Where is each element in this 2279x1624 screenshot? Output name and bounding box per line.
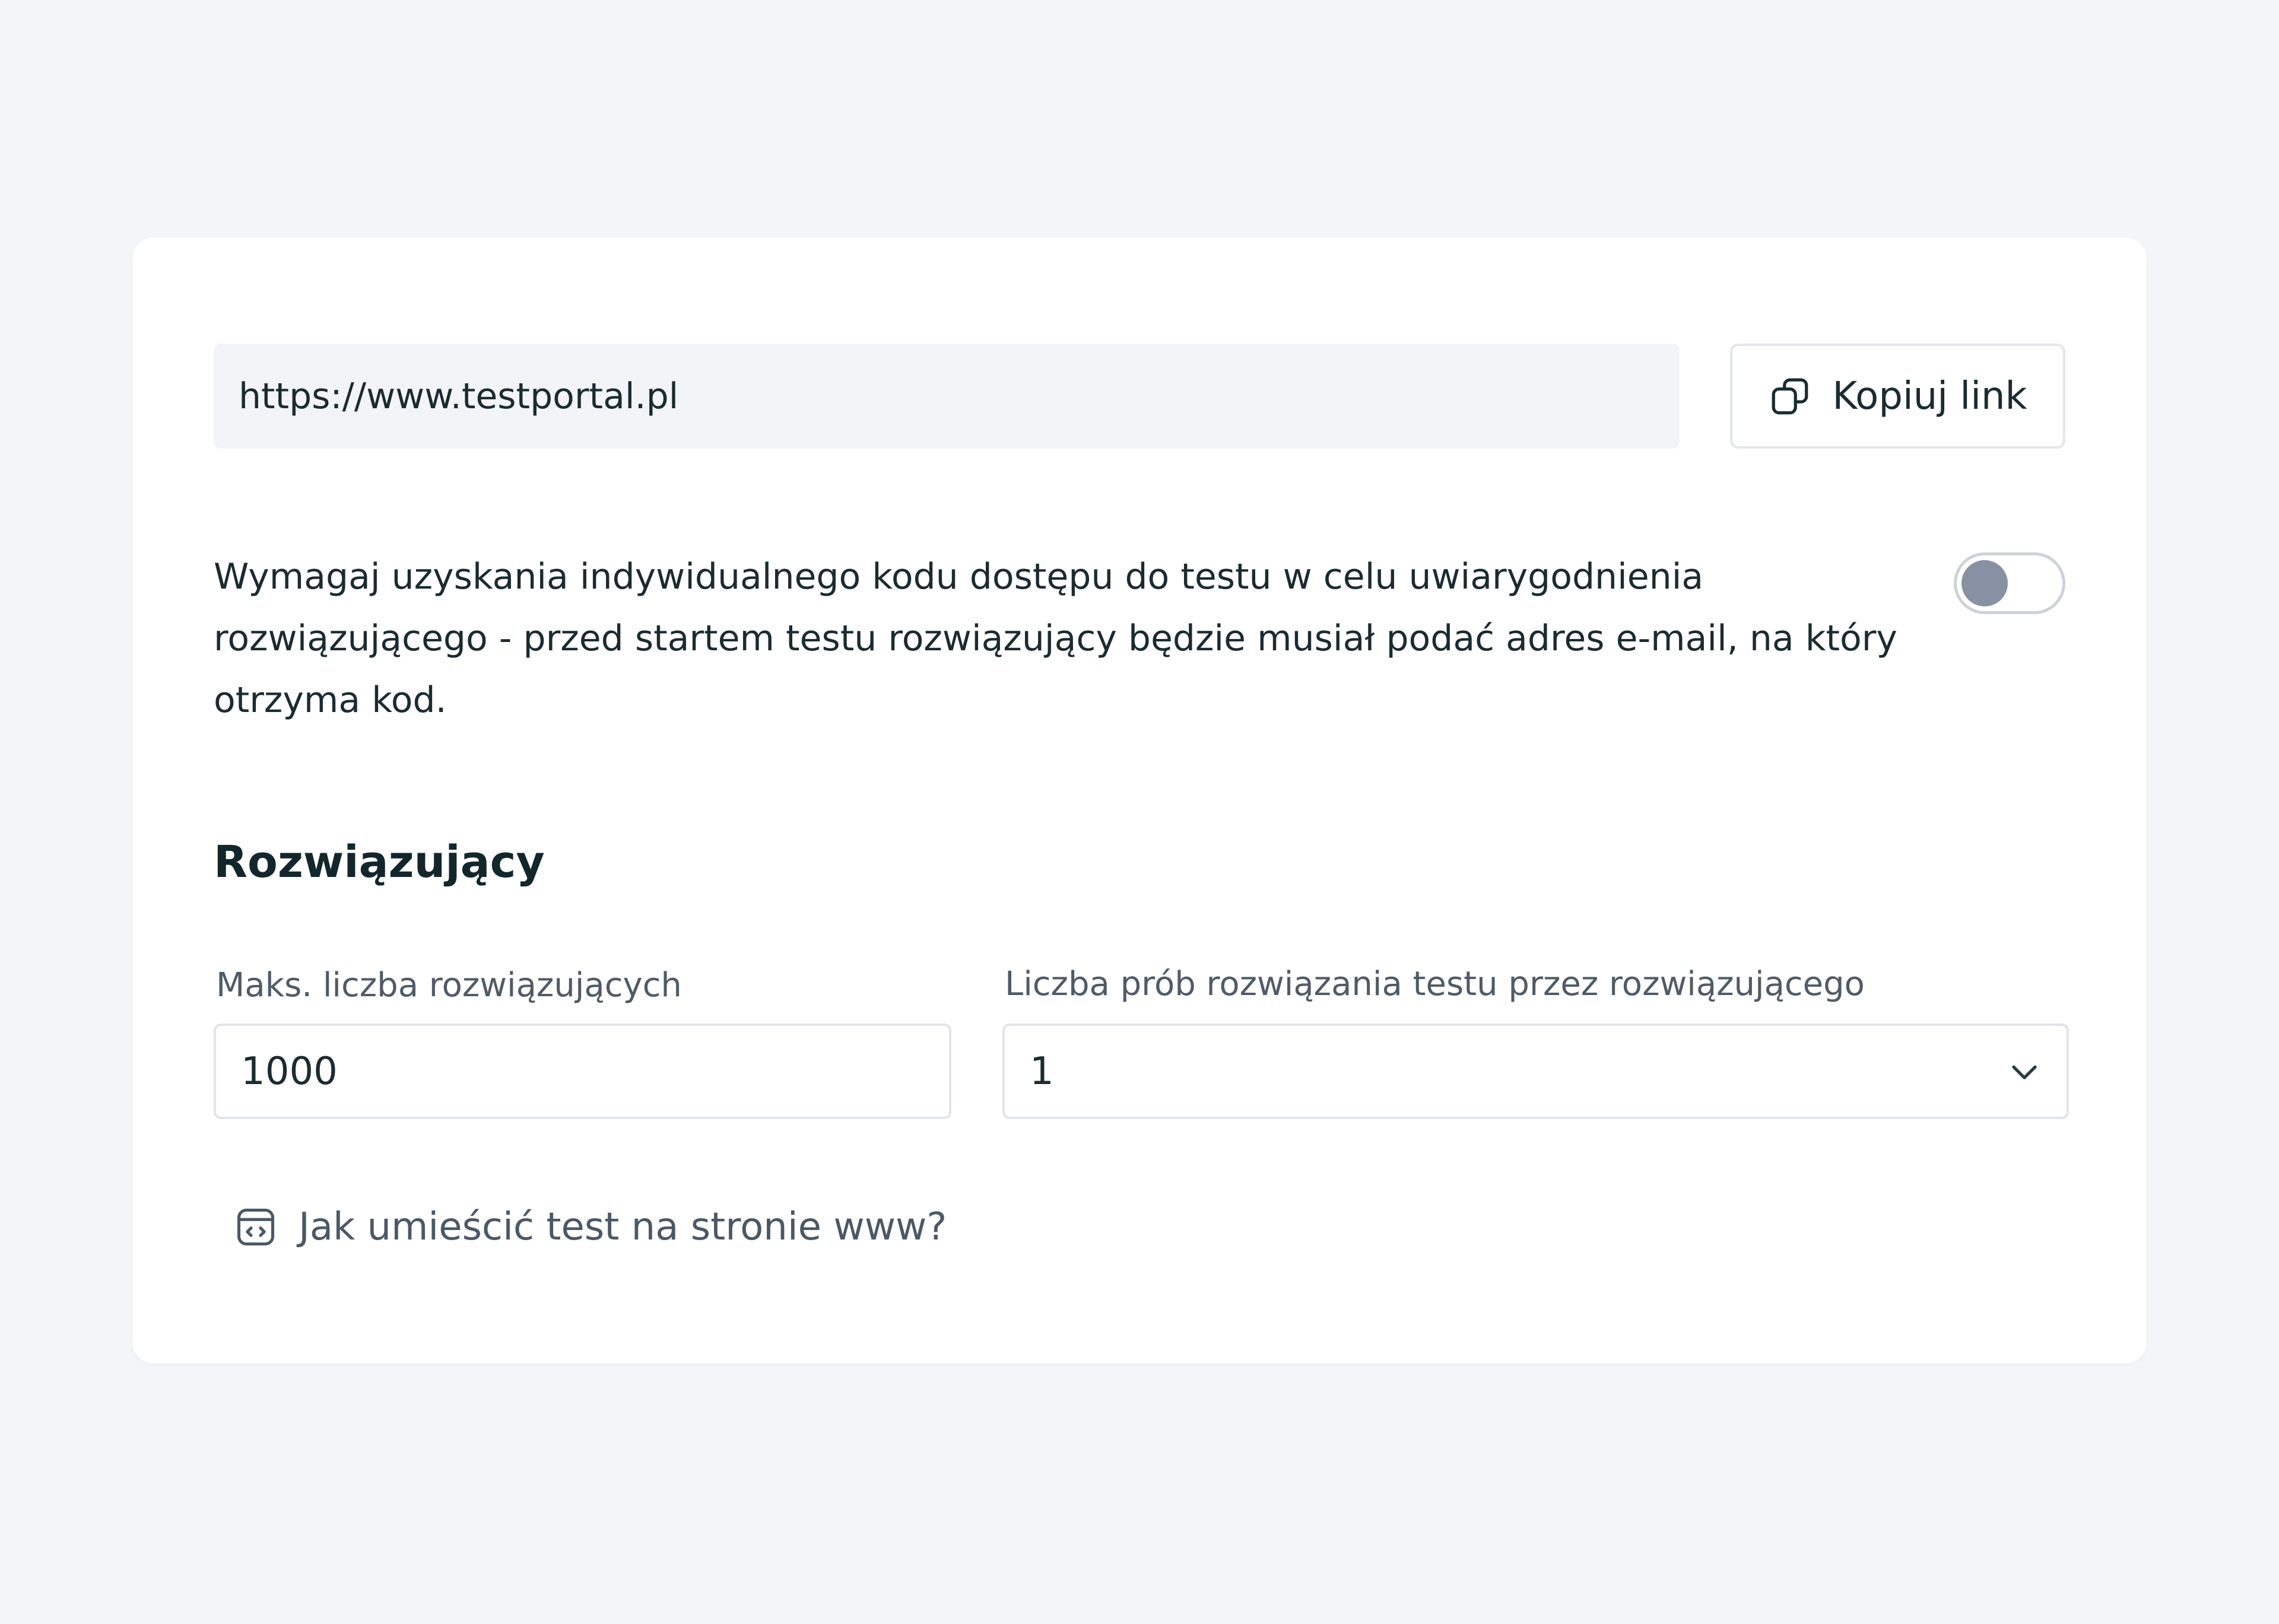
attempts-label: Liczba prób rozwiązania testu przez rozw… <box>1005 965 1865 1003</box>
toggle-knob <box>1961 560 2008 606</box>
embed-help-label: Jak umieścić test na stronie www? <box>299 1205 947 1249</box>
copy-icon <box>1768 374 1812 418</box>
chevron-down-icon <box>2006 1053 2043 1090</box>
access-code-description-text: Wymagaj uzyskania indywidualnego kodu do… <box>214 556 1897 721</box>
max-solvers-input[interactable] <box>241 1049 949 1094</box>
test-link-field[interactable]: https://www.testportal.pl <box>214 344 1680 449</box>
embed-help-link[interactable]: Jak umieścić test na stronie www? <box>233 1205 947 1250</box>
access-code-toggle[interactable] <box>1954 552 2065 614</box>
access-code-description: Wymagaj uzyskania indywidualnego kodu do… <box>214 546 1970 731</box>
share-settings-card: https://www.testportal.pl Kopiuj link Wy… <box>132 237 2147 1364</box>
attempts-selected-value: 1 <box>1030 1049 1054 1094</box>
solvers-section-title: Rozwiązujący <box>214 837 545 888</box>
test-link-url[interactable]: https://www.testportal.pl <box>239 376 678 417</box>
max-solvers-label: Maks. liczba rozwiązujących <box>216 966 682 1005</box>
code-window-icon <box>233 1205 278 1250</box>
copy-link-label: Kopiuj link <box>1832 374 2027 418</box>
attempts-select[interactable]: 1 <box>1002 1024 2069 1119</box>
max-solvers-field[interactable] <box>214 1024 951 1119</box>
copy-link-button[interactable]: Kopiuj link <box>1730 344 2065 449</box>
